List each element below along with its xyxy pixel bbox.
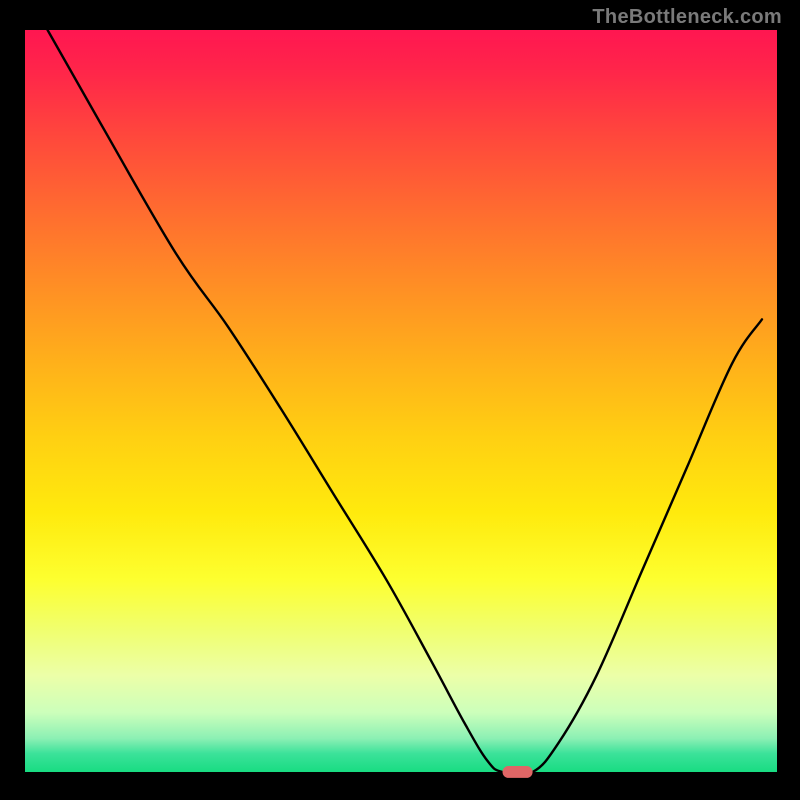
- chart-background-gradient: [25, 30, 777, 772]
- bottleneck-chart: TheBottleneck.com: [0, 0, 800, 800]
- chart-svg: [0, 0, 800, 800]
- watermark-text: TheBottleneck.com: [592, 6, 782, 29]
- optimal-point-marker: [503, 766, 533, 778]
